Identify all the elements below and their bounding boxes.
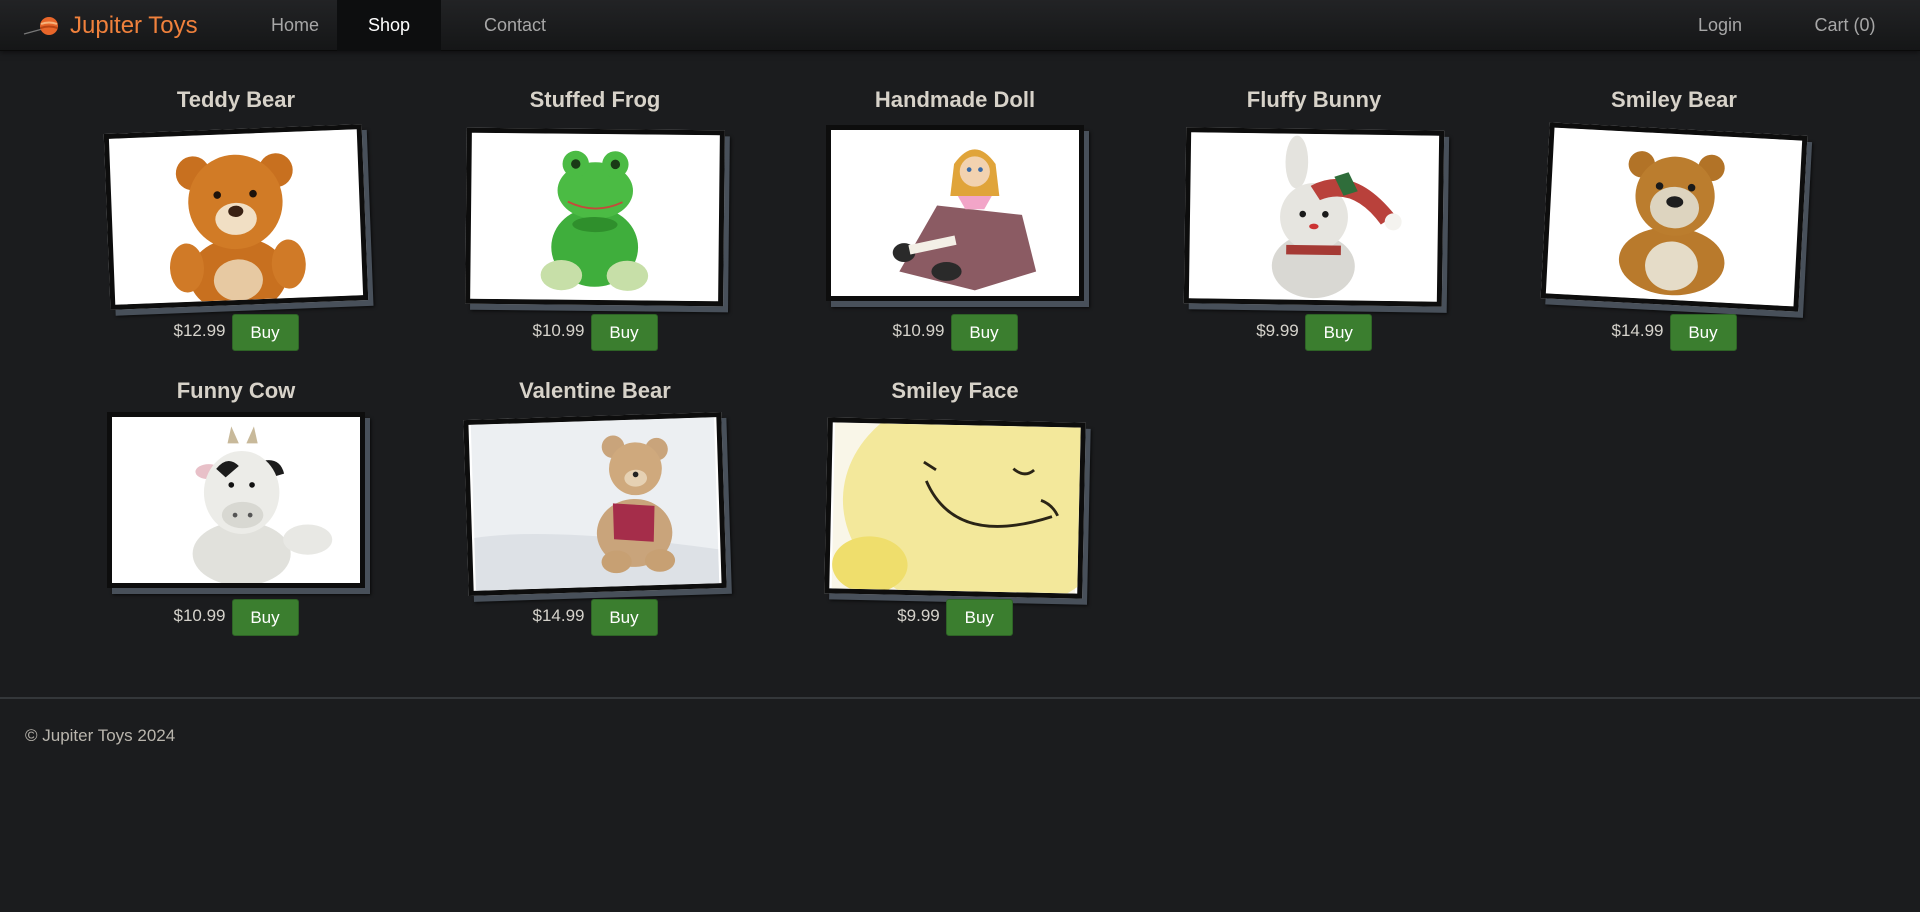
nav-login[interactable]: Login: [1680, 0, 1760, 51]
product-card: Handmade Doll $10.99 Buy: [805, 85, 1105, 351]
product-card: Valentine Bear $14.99 Buy: [445, 376, 745, 636]
jupiter-planet-icon: [22, 12, 70, 40]
product-card: Smiley Bear $14.99 Buy: [1524, 85, 1824, 351]
price-row: $9.99 Buy: [1164, 314, 1464, 351]
top-navbar: Jupiter Toys Home Shop Contact Login Car…: [0, 0, 1920, 51]
price-row: $10.99 Buy: [445, 314, 745, 351]
buy-button[interactable]: Buy: [231, 599, 299, 636]
product-title: Funny Cow: [176, 378, 296, 403]
brand-link[interactable]: Jupiter Toys: [22, 0, 198, 51]
handmade-doll-photo: [826, 125, 1084, 301]
product-card: Teddy Bear $12.99 Buy: [86, 85, 386, 351]
product-price: $14.99: [532, 605, 585, 625]
product-price: $10.99: [892, 320, 945, 340]
buy-button[interactable]: Buy: [1304, 314, 1372, 351]
buy-button[interactable]: Buy: [231, 314, 299, 351]
teddy-bear-photo: [103, 124, 369, 310]
product-price: $9.99: [897, 605, 940, 625]
valentine-bear-photo: [463, 411, 727, 597]
product-card: Funny Cow $10.99 Buy: [86, 376, 386, 636]
stuffed-frog-photo: [465, 127, 725, 307]
nav-cart[interactable]: Cart (0): [1790, 0, 1900, 51]
price-row: $10.99 Buy: [86, 599, 386, 636]
product-card: Smiley Face $9.99 Buy: [805, 376, 1105, 636]
product-title: Smiley Bear: [1611, 87, 1737, 112]
price-row: $9.99 Buy: [805, 599, 1105, 636]
buy-button[interactable]: Buy: [945, 599, 1013, 636]
product-title: Stuffed Frog: [529, 87, 661, 112]
buy-button[interactable]: Buy: [590, 314, 658, 351]
nav-shop[interactable]: Shop: [337, 0, 441, 51]
product-title: Fluffy Bunny: [1246, 87, 1382, 112]
product-title: Valentine Bear: [519, 378, 671, 403]
product-card: Fluffy Bunny $9.99 Buy: [1164, 85, 1464, 351]
product-title: Handmade Doll: [874, 87, 1036, 112]
price-row: $10.99 Buy: [805, 314, 1105, 351]
buy-button[interactable]: Buy: [1669, 314, 1737, 351]
buy-button[interactable]: Buy: [950, 314, 1018, 351]
price-row: $12.99 Buy: [86, 314, 386, 351]
product-card: Stuffed Frog $10.99 Buy: [445, 85, 745, 351]
product-price: $14.99: [1611, 320, 1664, 340]
smiley-face-photo: [824, 417, 1086, 599]
footer-copyright: © Jupiter Toys 2024: [25, 726, 176, 745]
fluffy-bunny-photo: [1183, 127, 1445, 307]
nav-contact[interactable]: Contact: [470, 0, 560, 51]
product-price: $10.99: [532, 320, 585, 340]
buy-button[interactable]: Buy: [590, 599, 658, 636]
product-price: $12.99: [173, 320, 226, 340]
product-price: $10.99: [173, 605, 226, 625]
product-price: $9.99: [1256, 320, 1299, 340]
price-row: $14.99 Buy: [445, 599, 745, 636]
nav-home[interactable]: Home: [250, 0, 340, 51]
product-title: Smiley Face: [891, 378, 1019, 403]
smiley-bear-photo: [1540, 122, 1808, 312]
brand-name: Jupiter Toys: [70, 11, 198, 39]
funny-cow-photo: [107, 412, 365, 588]
footer-divider: [0, 697, 1920, 699]
price-row: $14.99 Buy: [1524, 314, 1824, 351]
product-title: Teddy Bear: [176, 87, 296, 112]
